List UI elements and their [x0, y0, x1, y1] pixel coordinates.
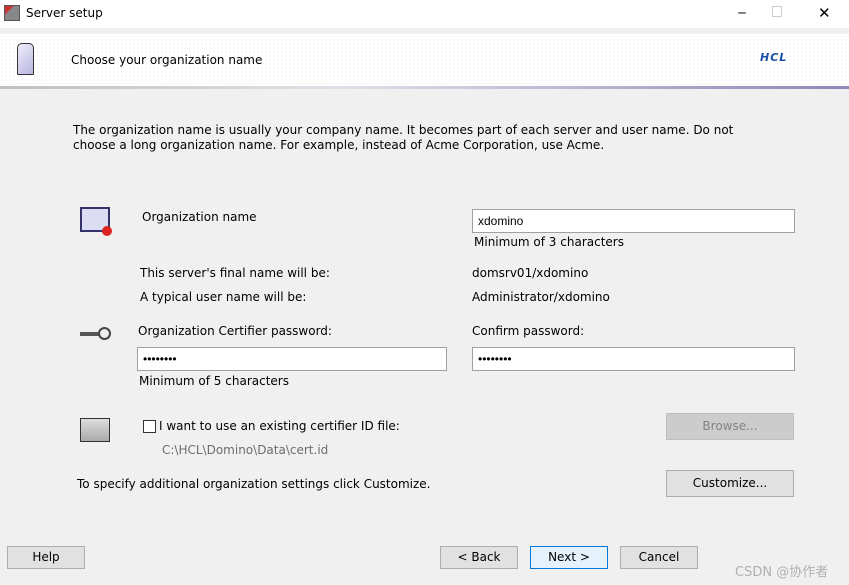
key-icon	[80, 327, 112, 340]
user-name-label: A typical user name will be:	[140, 290, 307, 304]
certificate-icon	[80, 207, 112, 236]
customize-text: To specify additional organization setti…	[77, 477, 431, 491]
password-input[interactable]	[137, 347, 447, 371]
browse-button[interactable]: Browse...	[666, 413, 794, 440]
cancel-button[interactable]: Cancel	[620, 546, 698, 569]
confirm-password-input[interactable]	[472, 347, 795, 371]
banner-divider	[0, 86, 849, 89]
existing-certifier-checkbox[interactable]	[143, 420, 156, 433]
server-name-value: domsrv01/xdomino	[472, 266, 589, 280]
customize-button[interactable]: Customize...	[666, 470, 794, 497]
help-button[interactable]: Help	[7, 546, 85, 569]
header-banner: Choose your organization name HCL	[0, 34, 849, 88]
password-label: Organization Certifier password:	[138, 324, 332, 338]
watermark: CSDN @协作者	[735, 565, 829, 580]
hcl-logo: HCL	[760, 51, 788, 64]
existing-certifier-label[interactable]: I want to use an existing certifier ID f…	[159, 419, 400, 433]
user-name-value: Administrator/xdomino	[472, 290, 610, 304]
banner-heading: Choose your organization name	[71, 53, 263, 67]
next-button[interactable]: Next >	[530, 546, 608, 569]
server-icon	[17, 43, 34, 75]
org-name-input[interactable]	[472, 209, 795, 233]
org-name-hint: Minimum of 3 characters	[474, 235, 624, 249]
org-name-label: Organization name	[142, 210, 257, 224]
confirm-password-label: Confirm password:	[472, 324, 585, 338]
app-icon	[4, 5, 20, 21]
id-file-icon	[80, 418, 110, 442]
maximize-button[interactable]	[772, 6, 782, 17]
password-hint: Minimum of 5 characters	[139, 374, 289, 388]
back-button[interactable]: < Back	[440, 546, 518, 569]
intro-text: The organization name is usually your co…	[73, 123, 734, 152]
title-bar: Server setup ─ ✕	[0, 0, 849, 28]
window-title: Server setup	[26, 6, 103, 20]
close-button[interactable]: ✕	[818, 4, 831, 22]
minimize-button[interactable]: ─	[727, 0, 757, 28]
certifier-path: C:\HCL\Domino\Data\cert.id	[162, 443, 329, 457]
server-name-label: This server's final name will be:	[140, 266, 330, 280]
